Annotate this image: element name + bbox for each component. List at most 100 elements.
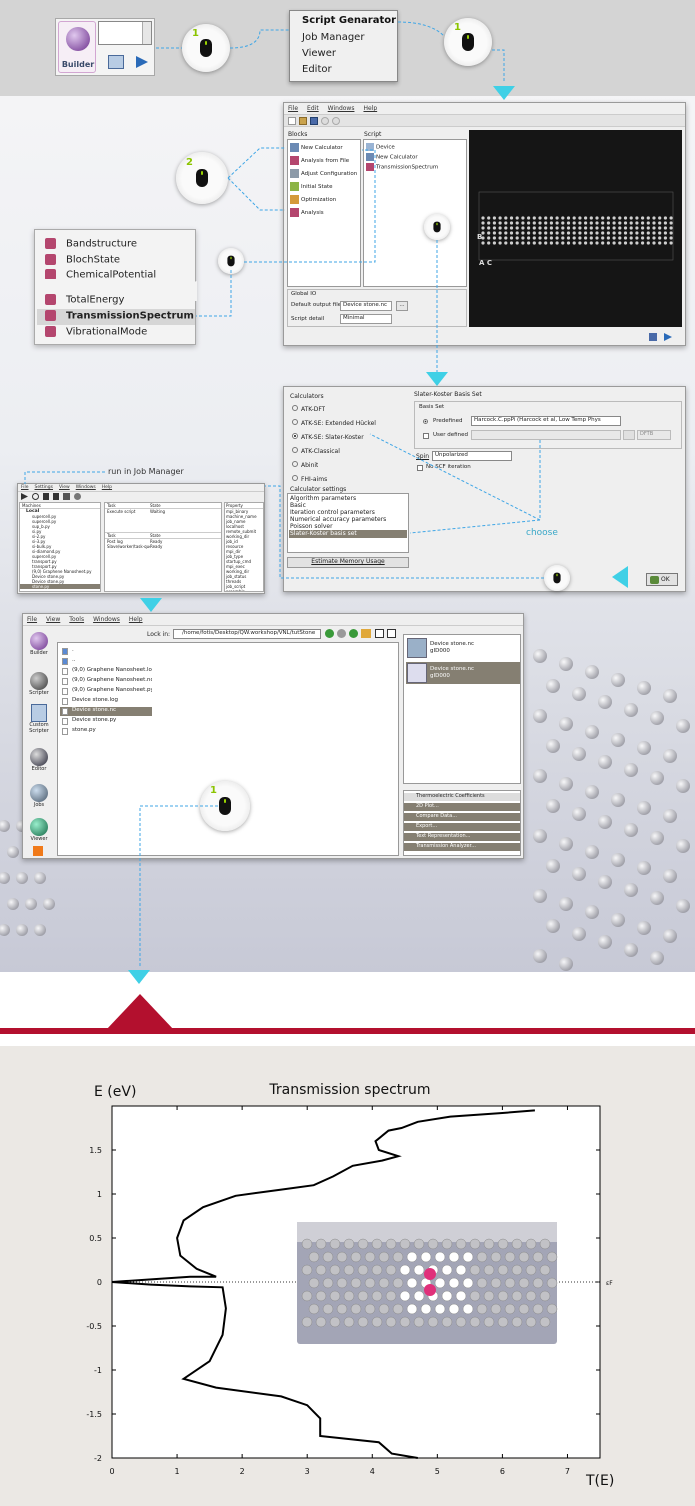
user-defined-browse[interactable] (623, 430, 635, 440)
send-arrow-icon[interactable] (136, 56, 148, 68)
block-adjust-configuration[interactable]: Adjust Configuration (290, 169, 360, 180)
new-icon[interactable] (288, 117, 296, 125)
file-item[interactable]: Device stone.nc (60, 707, 152, 716)
dftb-select[interactable]: DFTB (637, 430, 671, 440)
menu-file[interactable]: File (288, 105, 298, 112)
task-row[interactable]: Execute script Waiting (105, 509, 221, 514)
sidebar-builder[interactable]: Builder (26, 632, 52, 662)
undo-icon[interactable] (321, 117, 329, 125)
menu-windows[interactable]: Windows (76, 485, 96, 490)
new-folder-icon[interactable] (361, 629, 371, 638)
calc-option-abinit[interactable]: Abinit (292, 461, 318, 469)
analysis-item-bandstructure[interactable]: Bandstructure (45, 238, 195, 252)
calc-option-atk-se-sk[interactable]: ATK-SE: Slater-Koster (292, 433, 364, 441)
script-item-transmission[interactable]: TransmissionSpectrum (366, 163, 466, 171)
settings-icon[interactable] (74, 493, 81, 500)
no-scf-checkbox[interactable] (417, 465, 423, 471)
analysis-item[interactable]: 2D Plot... (404, 803, 520, 811)
analysis-item[interactable]: Transmission Analyzer... (404, 843, 520, 851)
block-analysis[interactable]: Analysis (290, 208, 360, 219)
script-item-new-calculator[interactable]: New Calculator (366, 153, 466, 161)
calc-option-atk-dft[interactable]: ATK-DFT (292, 405, 325, 413)
setting-item-selected[interactable]: Slater-Koster basis set (289, 530, 407, 538)
run-icon[interactable] (21, 493, 28, 500)
network-icon[interactable] (63, 493, 70, 500)
setting-item[interactable]: Basic (290, 502, 408, 509)
file-item[interactable]: .. (60, 657, 152, 666)
file-item[interactable]: Device stone.log (60, 697, 152, 706)
spin-select[interactable]: Unpolarized (432, 451, 512, 461)
nav-forward-icon[interactable] (337, 629, 346, 638)
menu-view[interactable]: View (46, 616, 60, 623)
grid-view-icon[interactable] (375, 629, 384, 638)
sidebar-viewer[interactable]: Viewer (26, 818, 52, 848)
setting-item[interactable]: Poisson solver (290, 523, 408, 530)
calc-option-atk-se-huckel[interactable]: ATK-SE: Extended Hückel (292, 419, 376, 427)
script-item-device[interactable]: Device (366, 143, 466, 151)
file-item[interactable]: stone.py (60, 727, 152, 736)
block-initial-state[interactable]: Initial State (290, 182, 360, 193)
list-view-icon[interactable] (387, 629, 396, 638)
estimate-memory-button[interactable]: Estimate Memory Usage (287, 557, 409, 568)
analysis-item[interactable]: Text Representation... (404, 833, 520, 841)
sidebar-scripter[interactable]: Scripter (26, 672, 52, 702)
ok-button[interactable]: OK (646, 573, 678, 586)
delete-icon[interactable] (43, 493, 49, 500)
analysis-item-totalenergy[interactable]: TotalEnergy (45, 294, 195, 308)
bottom-badge-icon[interactable] (33, 846, 43, 856)
queue-row[interactable]: Slave/worker/task-queue.pyReady (105, 544, 221, 549)
sidebar-jobs[interactable]: Jobs (26, 784, 52, 814)
menu-item-editor[interactable]: Editor (290, 64, 397, 75)
menu-item-script-generator[interactable]: Script Genarator (290, 15, 397, 26)
object-item[interactable]: Device stone.nc gID000 (406, 637, 518, 659)
file-item[interactable]: Device stone.py (60, 717, 152, 726)
menu-edit[interactable]: Edit (307, 105, 319, 112)
calc-option-atk-classical[interactable]: ATK-Classical (292, 447, 340, 455)
menu-file[interactable]: File (27, 616, 37, 623)
redo-icon[interactable] (332, 117, 340, 125)
menu-file[interactable]: File (21, 485, 29, 490)
object-item-selected[interactable]: Device stone.nc gID000 (406, 662, 520, 684)
builder-combo[interactable] (98, 21, 152, 45)
sg-send-icon[interactable] (664, 333, 672, 341)
combo-scroll[interactable] (142, 22, 151, 44)
builder-button[interactable]: Builder (58, 21, 96, 73)
sg-save-icon[interactable] (649, 333, 657, 341)
block-analysis-from-file[interactable]: Analysis from File (290, 156, 360, 167)
analysis-item-vibrationalmode[interactable]: VibrationalMode (45, 326, 195, 340)
menu-view[interactable]: View (59, 485, 70, 490)
predefined-select[interactable]: Harcock.C.ppPi (Harcock et al, Low Temp … (471, 416, 621, 426)
save-icon[interactable] (310, 117, 318, 125)
setting-item[interactable]: Numerical accuracy parameters (290, 516, 408, 523)
nav-up-icon[interactable] (349, 629, 358, 638)
setting-item[interactable]: Iteration control parameters (290, 509, 408, 516)
menu-help[interactable]: Help (129, 616, 143, 623)
menu-windows[interactable]: Windows (93, 616, 120, 623)
calc-icon[interactable] (108, 55, 124, 69)
block-optimization[interactable]: Optimization (290, 195, 360, 206)
analysis-item-blochstate[interactable]: BlochState (45, 254, 195, 268)
file-icon[interactable] (53, 493, 59, 500)
analysis-item-transmissionspectrum[interactable]: TransmissionSpectrum (37, 309, 195, 325)
job-file-item[interactable]: stone.py (20, 584, 100, 589)
browse-button[interactable]: ... (396, 301, 408, 311)
nav-back-icon[interactable] (325, 629, 334, 638)
calc-option-fhi-aims[interactable]: FHI-aims (292, 475, 327, 483)
file-item[interactable]: (9,0) Graphene Nanosheet.py (60, 687, 152, 696)
menu-help[interactable]: Help (102, 485, 112, 490)
menu-item-job-manager[interactable]: Job Manager (290, 32, 397, 43)
script-detail-select[interactable]: Minimal (340, 314, 392, 324)
path-select[interactable]: /home/fotis/Desktop/QW.workshop/VNL/tutS… (173, 629, 321, 639)
sidebar-custom-scripter[interactable]: Custom Scripter (24, 704, 54, 734)
analysis-item[interactable]: Export... (404, 823, 520, 831)
block-new-calculator[interactable]: New Calculator (290, 143, 360, 154)
analysis-header[interactable]: Thermoelectric Coefficients (404, 793, 520, 801)
file-item[interactable]: (9,0) Graphene Nanosheet.log (60, 667, 152, 676)
open-icon[interactable] (299, 117, 307, 125)
analysis-item[interactable]: Compare Data... (404, 813, 520, 821)
menu-tools[interactable]: Tools (69, 616, 84, 623)
user-defined-checkbox[interactable] (423, 433, 429, 439)
menu-windows[interactable]: Windows (328, 105, 355, 112)
default-output-field[interactable]: Device stone.nc (340, 301, 392, 311)
menu-settings[interactable]: Settings (35, 485, 53, 490)
